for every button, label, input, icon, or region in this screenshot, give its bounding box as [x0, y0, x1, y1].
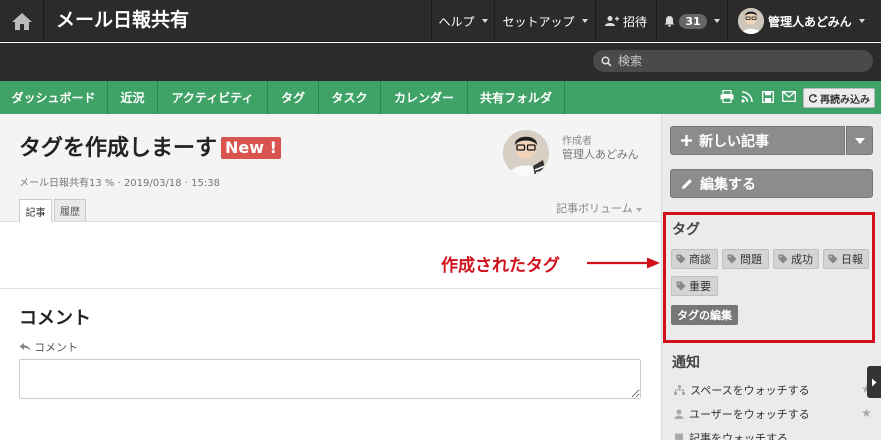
rss-icon[interactable] — [739, 89, 754, 104]
setup-menu-label: セットアップ — [502, 14, 575, 29]
annotation-label: 作成されたタグ — [441, 256, 560, 276]
chevron-down-icon — [713, 19, 720, 23]
tag-item[interactable]: 成功 — [773, 249, 819, 269]
reply-icon — [19, 343, 31, 352]
sitemap-icon — [674, 385, 685, 395]
notifications-button[interactable]: 31 — [656, 0, 727, 42]
chevron-down-icon — [581, 19, 588, 23]
chevron-down-icon — [858, 19, 865, 23]
nav-item-activity[interactable]: アクティビティ — [158, 81, 268, 114]
article-title-text: タグを作成しまーす — [19, 136, 218, 161]
tab-history[interactable]: 履歴 — [54, 199, 86, 221]
tag-label: 重要 — [689, 280, 711, 293]
nav-item-tags[interactable]: タグ — [268, 81, 319, 114]
author-avatar[interactable] — [503, 130, 549, 176]
watch-user-link[interactable]: ユーザーをウォッチする — [674, 406, 810, 422]
article-icon — [675, 433, 683, 440]
nav-item-calendar[interactable]: カレンダー — [381, 81, 468, 114]
pencil-icon — [682, 178, 692, 189]
chevron-down-icon — [635, 208, 642, 212]
tag-label: 成功 — [791, 253, 813, 266]
bell-icon — [664, 16, 675, 27]
tag-item[interactable]: 商談 — [671, 249, 718, 269]
comment-title: コメント — [19, 308, 91, 329]
help-menu-label: ヘルプ — [438, 14, 475, 29]
chevron-right-icon — [872, 378, 877, 386]
article-title: タグを作成しまーす New ! — [19, 135, 281, 163]
sidebar-toggle[interactable] — [867, 366, 881, 398]
print-icon[interactable] — [719, 89, 734, 104]
author-name[interactable]: 管理人あどみん — [562, 146, 639, 162]
user-menu[interactable]: 管理人あどみん — [727, 0, 881, 42]
user-name: 管理人あどみん — [768, 14, 852, 29]
help-menu[interactable]: ヘルプ — [431, 0, 494, 42]
volume-label: 記事ボリューム — [556, 202, 633, 215]
tag-item[interactable]: 問題 — [722, 249, 769, 269]
new-article-label: 新しい記事 — [699, 133, 769, 150]
annotation-arrow — [587, 257, 660, 269]
notify-heading: 通知 — [672, 355, 700, 371]
nav-item-dashboard[interactable]: ダッシュボード — [0, 81, 108, 114]
chevron-down-icon — [854, 137, 865, 144]
author-label: 作成者 — [562, 136, 592, 147]
tag-label: 商談 — [689, 253, 711, 266]
article-meta: メール日報共有13 % · 2019/03/18 · 15:38 — [19, 178, 220, 189]
save-icon[interactable] — [760, 89, 775, 104]
comment-label: コメント — [19, 339, 78, 355]
nav-item-tasks[interactable]: タスク — [319, 81, 381, 114]
search-field[interactable] — [593, 50, 873, 72]
new-article-dropdown[interactable] — [846, 126, 873, 155]
reread-label: 再読み込み — [820, 94, 870, 106]
tag-icon — [676, 254, 686, 264]
tab-article[interactable]: 記事 — [19, 199, 52, 222]
avatar — [738, 8, 764, 34]
setup-menu[interactable]: セットアップ — [494, 0, 595, 42]
watch-label: 記事をウォッチする — [689, 432, 788, 440]
invite-button[interactable]: 招待 — [595, 0, 656, 42]
edit-button[interactable]: 編集する — [670, 169, 873, 198]
search-input[interactable] — [618, 54, 858, 68]
comment-label-text: コメント — [34, 341, 78, 354]
tag-icon — [778, 254, 788, 264]
refresh-icon — [808, 94, 818, 103]
tag-edit-button[interactable]: タグの編集 — [671, 305, 738, 325]
home-button[interactable] — [0, 0, 44, 42]
article-volume-dropdown[interactable]: 記事ボリューム — [556, 200, 642, 216]
divider — [0, 288, 661, 289]
edit-label: 編集する — [700, 176, 756, 193]
nav-item-recent[interactable]: 近況 — [108, 81, 158, 114]
star-icon[interactable]: ★ — [861, 406, 872, 420]
tag-label: 日報 — [841, 253, 863, 266]
watch-label: スペースをウォッチする — [690, 384, 810, 397]
chevron-down-icon — [481, 19, 488, 23]
tag-item[interactable]: 日報 — [823, 249, 869, 269]
tag-icon — [828, 254, 838, 264]
notification-count-badge: 31 — [679, 13, 707, 29]
reread-button[interactable]: 再読み込み — [803, 88, 875, 108]
plus-icon — [681, 135, 692, 146]
watch-label: ユーザーをウォッチする — [689, 408, 810, 421]
new-article-button[interactable]: 新しい記事 — [670, 126, 845, 155]
home-icon — [11, 13, 32, 30]
add-user-icon — [604, 16, 619, 26]
tag-item[interactable]: 重要 — [671, 276, 718, 296]
app-title[interactable]: メール日報共有 — [56, 8, 189, 32]
tag-icon — [676, 281, 686, 291]
tags-heading: タグ — [672, 222, 700, 238]
new-badge: New ! — [221, 137, 281, 159]
nav-item-shared-folder[interactable]: 共有フォルダ — [468, 81, 565, 114]
mail-icon[interactable] — [781, 89, 796, 104]
user-icon — [674, 409, 684, 419]
watch-article-link[interactable]: 記事をウォッチする — [674, 430, 788, 440]
invite-label: 招待 — [622, 14, 647, 29]
tag-icon — [727, 254, 737, 264]
watch-space-link[interactable]: スペースをウォッチする — [674, 382, 810, 398]
tag-label: 問題 — [740, 253, 762, 266]
comment-input[interactable] — [19, 359, 641, 399]
search-icon — [601, 55, 612, 67]
